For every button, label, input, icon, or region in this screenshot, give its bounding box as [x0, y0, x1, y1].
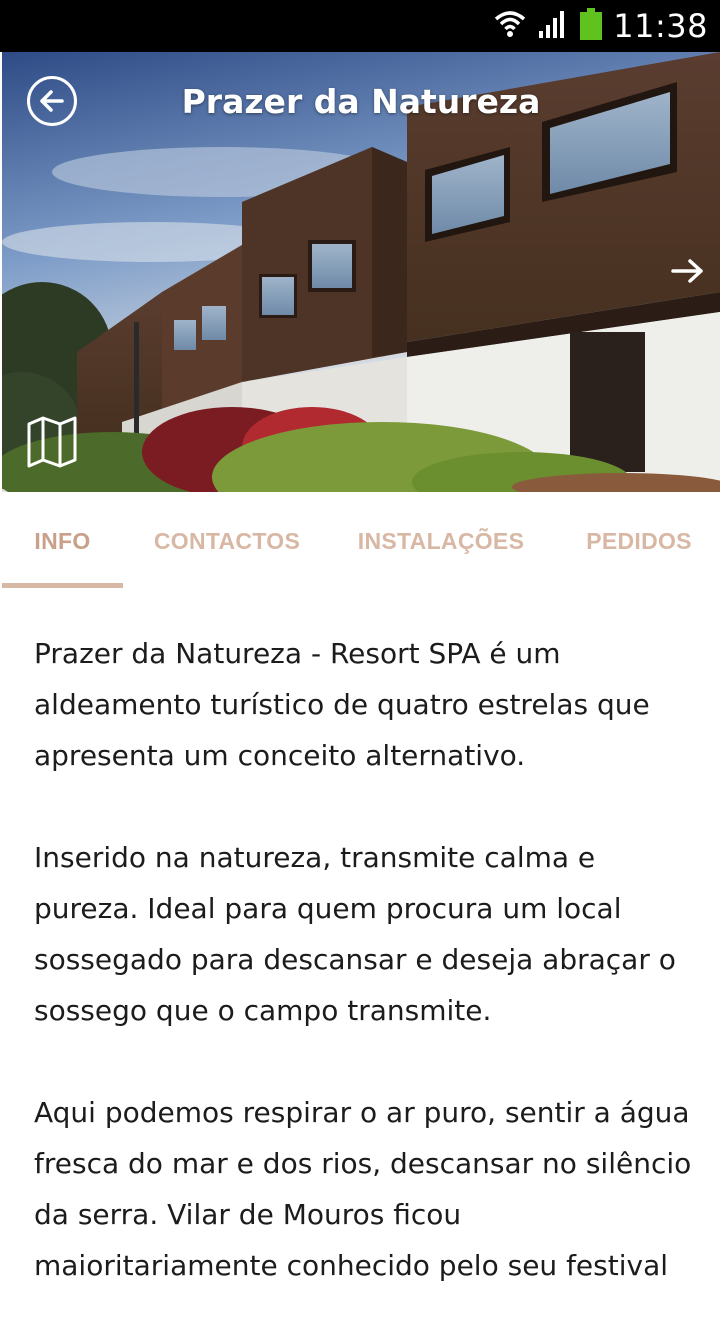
info-paragraph: Prazer da Natureza - Resort SPA é um ald…	[34, 637, 650, 772]
info-paragraph: Aqui podemos respirar o ar puro, sentir …	[34, 1096, 692, 1282]
hero-image: Prazer da Natureza	[2, 52, 720, 492]
signal-icon	[537, 9, 569, 43]
map-button[interactable]	[26, 414, 78, 470]
tab-instalacoes[interactable]: INSTALAÇÕES	[345, 492, 537, 590]
page-title: Prazer da Natureza	[181, 82, 541, 121]
arrow-right-icon	[671, 259, 703, 283]
info-content: Prazer da Natureza - Resort SPA é um ald…	[34, 628, 702, 1342]
tab-pedidos[interactable]: PEDIDOS	[572, 492, 706, 590]
wifi-icon	[493, 7, 527, 45]
info-paragraph: Inserido na natureza, transmite calma e …	[34, 841, 676, 1027]
tab-info[interactable]: INFO	[2, 492, 123, 590]
tab-contactos[interactable]: CONTACTOS	[140, 492, 314, 590]
status-time: 11:38	[613, 7, 708, 45]
active-tab-indicator	[2, 583, 123, 588]
status-bar: 11:38	[0, 0, 720, 52]
next-image-button[interactable]	[670, 256, 706, 286]
battery-icon	[579, 7, 603, 45]
map-icon	[27, 416, 77, 468]
status-icons: 11:38	[493, 0, 708, 52]
tab-bar: INFO CONTACTOS INSTALAÇÕES PEDIDOS	[0, 492, 720, 590]
